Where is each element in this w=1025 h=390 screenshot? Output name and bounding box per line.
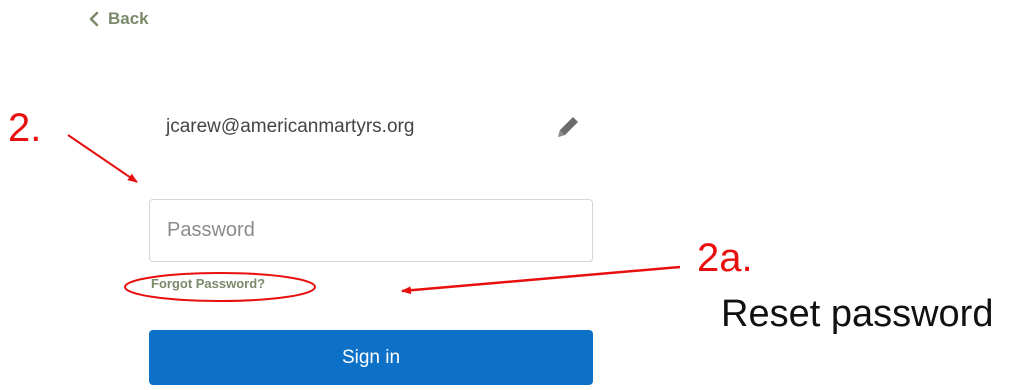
- annotation-arrow-to-forgot: [401, 265, 681, 295]
- annotation-circle-forgot: [124, 272, 316, 302]
- annotation-arrow-to-password: [67, 134, 138, 183]
- annotation-overlay: [67, 134, 681, 302]
